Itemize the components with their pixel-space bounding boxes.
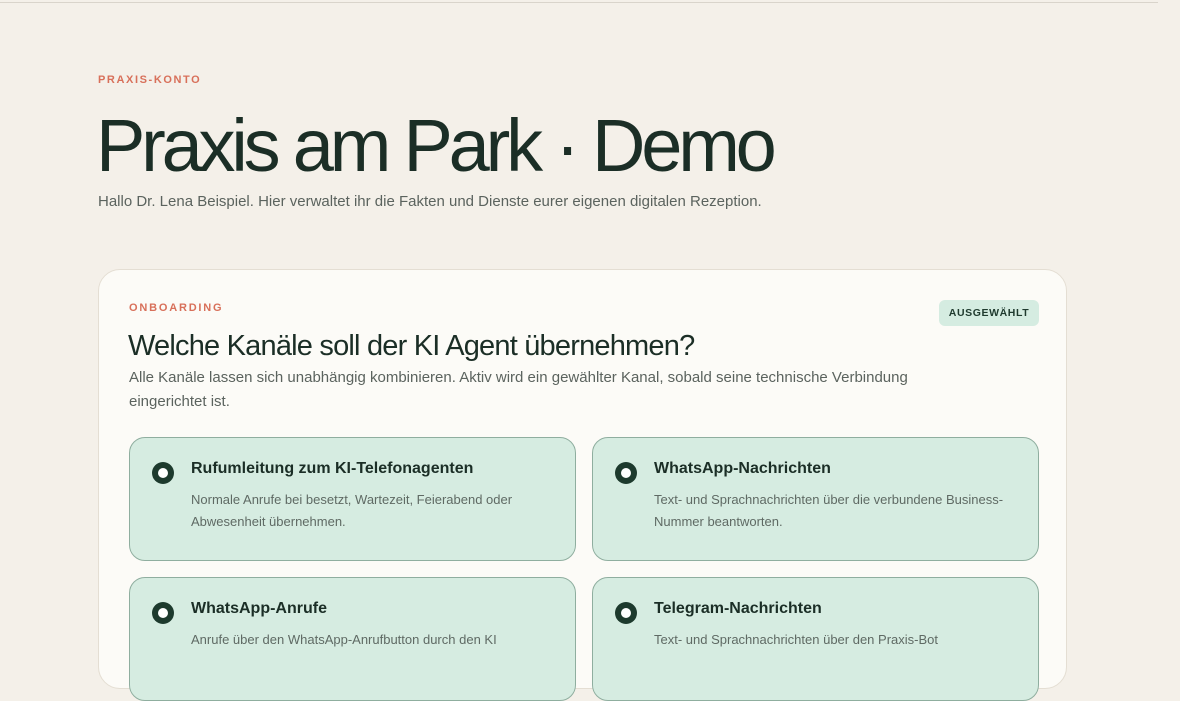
channel-option-title: Telegram-Nachrichten — [654, 600, 822, 617]
channel-option-whatsapp-calls[interactable]: WhatsApp-Anrufe Anrufe über den WhatsApp… — [129, 577, 576, 701]
channel-option-description: Text- und Sprachnachrichten über den Pra… — [654, 632, 938, 647]
onboarding-card: ONBOARDING AUSGEWÄHLT Welche Kanäle soll… — [98, 269, 1067, 701]
channel-option-description: Text- und Sprachnachrichten über die ver… — [654, 492, 1004, 529]
channel-option-call-forwarding[interactable]: Rufumleitung zum KI-Telefonagenten Norma… — [129, 437, 576, 561]
radio-selected-icon[interactable] — [615, 602, 637, 624]
channel-option-whatsapp-messages[interactable]: WhatsApp-Nachrichten Text- und Sprachnac… — [592, 437, 1039, 561]
account-eyebrow: PRAXIS-KONTO — [98, 74, 202, 86]
onboarding-title: Welche Kanäle soll der KI Agent übernehm… — [128, 330, 695, 362]
channel-option-telegram-messages[interactable]: Telegram-Nachrichten Text- und Sprachnac… — [592, 577, 1039, 701]
selected-badge: AUSGEWÄHLT — [939, 300, 1039, 326]
radio-selected-icon[interactable] — [152, 602, 174, 624]
channel-option-description: Anrufe über den WhatsApp-Anrufbutton dur… — [191, 632, 497, 647]
onboarding-description: Alle Kanäle lassen sich unabhängig kombi… — [129, 369, 908, 410]
channel-option-title: WhatsApp-Anrufe — [191, 600, 327, 617]
onboarding-eyebrow: ONBOARDING — [129, 302, 224, 314]
top-divider — [0, 2, 1158, 3]
page-title: Praxis am Park · Demo — [96, 104, 777, 187]
radio-selected-icon[interactable] — [615, 462, 637, 484]
channel-option-title: Rufumleitung zum KI-Telefonagenten — [191, 460, 474, 477]
radio-selected-icon[interactable] — [152, 462, 174, 484]
channel-option-title: WhatsApp-Nachrichten — [654, 460, 831, 477]
channel-option-description: Normale Anrufe bei besetzt, Wartezeit, F… — [191, 492, 513, 529]
intro-text: Hallo Dr. Lena Beispiel. Hier verwaltet … — [98, 193, 762, 210]
